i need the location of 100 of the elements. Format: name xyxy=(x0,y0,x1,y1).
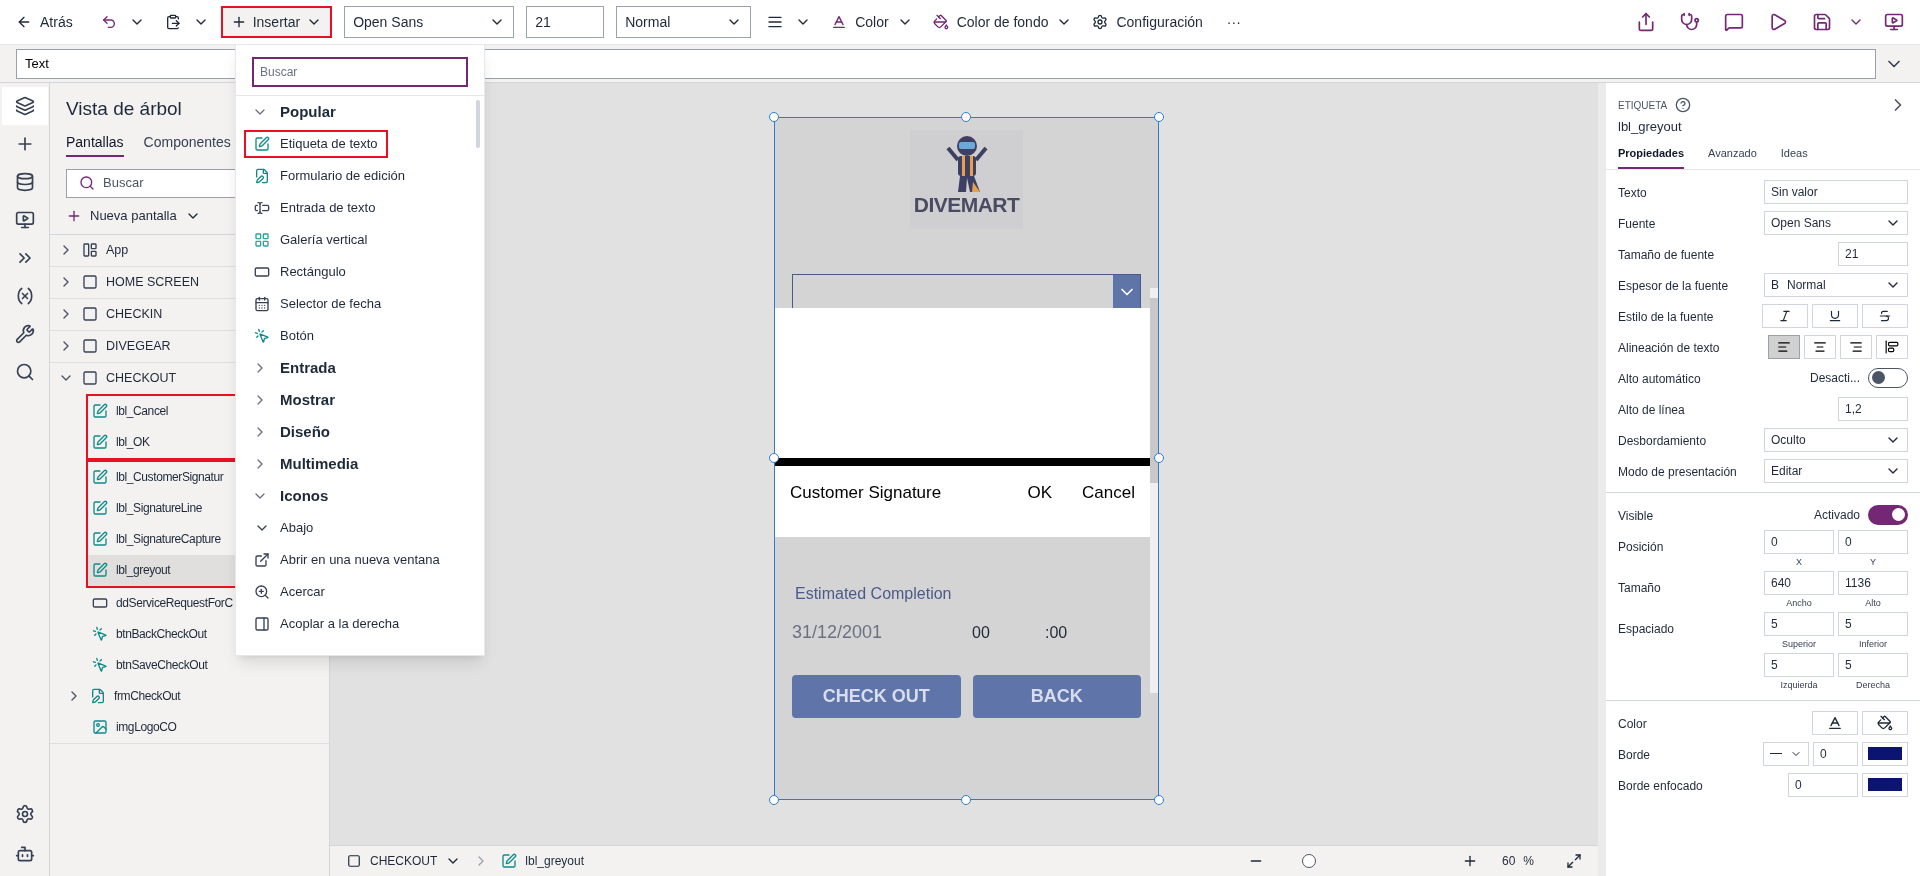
number-field[interactable]: 640 xyxy=(1764,571,1834,595)
property-label: Estilo de la fuente xyxy=(1618,309,1714,324)
align-button[interactable] xyxy=(1840,334,1872,359)
number-field[interactable]: 0 xyxy=(1788,772,1858,797)
pencil-icon xyxy=(254,136,270,152)
number-field[interactable]: 0 xyxy=(1764,530,1834,554)
slider-thumb[interactable] xyxy=(1301,854,1316,868)
control-breadcrumb[interactable]: lbl_greyout xyxy=(501,852,585,870)
number-field[interactable]: 21 xyxy=(1838,241,1908,266)
tree-item[interactable]: imgLogoCO xyxy=(50,711,329,743)
select-field[interactable]: Open Sans xyxy=(1764,210,1908,235)
toggle-switch[interactable] xyxy=(1868,504,1908,525)
number-field[interactable]: 5 xyxy=(1838,612,1908,636)
number-field[interactable]: 1136 xyxy=(1838,571,1908,595)
resize-handle[interactable] xyxy=(769,795,779,805)
select-field[interactable]: Editar xyxy=(1764,458,1908,483)
cancel-label[interactable]: Cancel xyxy=(1082,480,1135,506)
strikethrough-button[interactable] xyxy=(1862,303,1908,328)
tree-item[interactable]: frmCheckOut xyxy=(50,680,329,712)
property-label: Alineación de texto xyxy=(1618,340,1720,355)
wrench-icon xyxy=(14,324,35,344)
form-icon xyxy=(254,168,270,184)
insert-button[interactable]: Insertar xyxy=(220,6,333,38)
robot-icon[interactable] xyxy=(14,844,35,864)
help-icon[interactable] xyxy=(1675,97,1692,113)
tree-item[interactable]: lbl_SignatureCapture xyxy=(88,523,241,555)
property-label: Borde enfocado xyxy=(1618,778,1703,793)
toggle-state: Desacti... xyxy=(1810,369,1860,387)
fill-color-button[interactable]: Color de fondo xyxy=(932,11,1073,33)
number-field[interactable]: 1,2 xyxy=(1838,396,1908,421)
field-caption: Alto xyxy=(1865,597,1881,610)
number-field[interactable]: 0 xyxy=(1813,741,1858,766)
align-icon[interactable] xyxy=(767,14,784,30)
resize-handle[interactable] xyxy=(961,112,971,122)
calendar-icon xyxy=(254,296,270,312)
menu-item[interactable]: Abrir en una nueva ventana xyxy=(244,546,450,574)
tab[interactable]: Ideas xyxy=(1780,144,1808,169)
ok-label[interactable]: OK xyxy=(1027,480,1053,506)
play-icon[interactable] xyxy=(1768,12,1788,32)
resize-handle[interactable] xyxy=(1154,112,1164,122)
resize-handle[interactable] xyxy=(1154,795,1164,805)
tab[interactable]: Pantallas xyxy=(66,131,124,157)
menu-item[interactable]: Abajo xyxy=(244,514,324,542)
undo-icon[interactable] xyxy=(100,14,117,30)
form-scrollbar[interactable] xyxy=(1150,288,1158,693)
tab[interactable]: Avanzado xyxy=(1708,144,1757,169)
logo-text: DIVEMART xyxy=(913,194,1020,215)
font-color-button[interactable]: Color xyxy=(831,11,913,33)
settings-button[interactable]: Configuración xyxy=(1092,11,1203,33)
number-field[interactable]: 0 xyxy=(1838,530,1908,554)
font-weight-dropdown[interactable]: Normal xyxy=(616,6,752,38)
fill-button[interactable] xyxy=(1862,710,1908,735)
comment-icon[interactable] xyxy=(1724,12,1744,32)
select-field[interactable]: B Normal xyxy=(1764,272,1908,297)
number-field[interactable]: 5 xyxy=(1838,653,1908,677)
dropdown-button[interactable] xyxy=(1113,275,1140,308)
color-swatch-button[interactable] xyxy=(1862,741,1908,766)
number-field[interactable]: 5 xyxy=(1764,653,1834,677)
align-icon xyxy=(1813,339,1827,354)
search-icon xyxy=(14,362,35,382)
toggle-switch[interactable] xyxy=(1868,367,1908,388)
share-icon[interactable] xyxy=(1636,12,1656,32)
search-field[interactable]: Buscar xyxy=(252,57,468,87)
hour-value[interactable]: 00 xyxy=(972,620,1045,645)
font-dropdown[interactable]: Open Sans xyxy=(344,6,515,38)
navigate-back-button[interactable]: Atrás xyxy=(16,11,73,33)
save-icon[interactable] xyxy=(1812,12,1832,32)
property-value-input[interactable]: Sin valor xyxy=(1764,179,1908,204)
monitor-icon[interactable] xyxy=(1884,12,1904,32)
underline-button[interactable] xyxy=(1812,303,1858,328)
tab[interactable]: Propiedades xyxy=(1618,144,1685,169)
settings-icon[interactable] xyxy=(14,804,35,824)
screen-selector[interactable]: CHECKOUT xyxy=(346,852,462,870)
letter-icon xyxy=(1827,714,1843,731)
menu-item[interactable]: Acoplar a la derecha xyxy=(244,610,410,638)
resize-handle[interactable] xyxy=(961,795,971,805)
property-label: Borde xyxy=(1618,747,1651,762)
tab[interactable]: Componentes xyxy=(143,131,231,157)
font-size-field[interactable]: 21 xyxy=(526,6,605,38)
align-button[interactable] xyxy=(1768,334,1800,359)
tree-item[interactable]: btnSaveCheckOut xyxy=(50,649,329,681)
text-color-button[interactable] xyxy=(1812,710,1858,735)
fit-screen-icon[interactable] xyxy=(1566,853,1582,869)
more-button[interactable]: ··· xyxy=(1226,11,1241,33)
resize-handle[interactable] xyxy=(1154,453,1164,463)
clipboard-icon[interactable] xyxy=(164,14,181,30)
scrollbar-thumb[interactable] xyxy=(476,100,480,148)
resize-handle[interactable] xyxy=(769,453,779,463)
category-header[interactable]: Popular xyxy=(236,96,484,128)
menu-item[interactable]: Acercar xyxy=(244,578,335,606)
resize-handle[interactable] xyxy=(769,112,779,122)
rail-button[interactable] xyxy=(1,87,48,125)
select-field[interactable]: Oculto xyxy=(1764,427,1908,452)
color-swatch-button[interactable] xyxy=(1862,772,1908,797)
number-field[interactable]: 5 xyxy=(1764,612,1834,636)
stethoscope-icon[interactable] xyxy=(1680,12,1700,32)
minute-value[interactable]: :00 xyxy=(1045,620,1068,645)
menu-item[interactable]: Etiqueta de texto xyxy=(244,130,388,158)
align-button[interactable] xyxy=(1804,334,1836,359)
align-button[interactable] xyxy=(1876,334,1908,359)
